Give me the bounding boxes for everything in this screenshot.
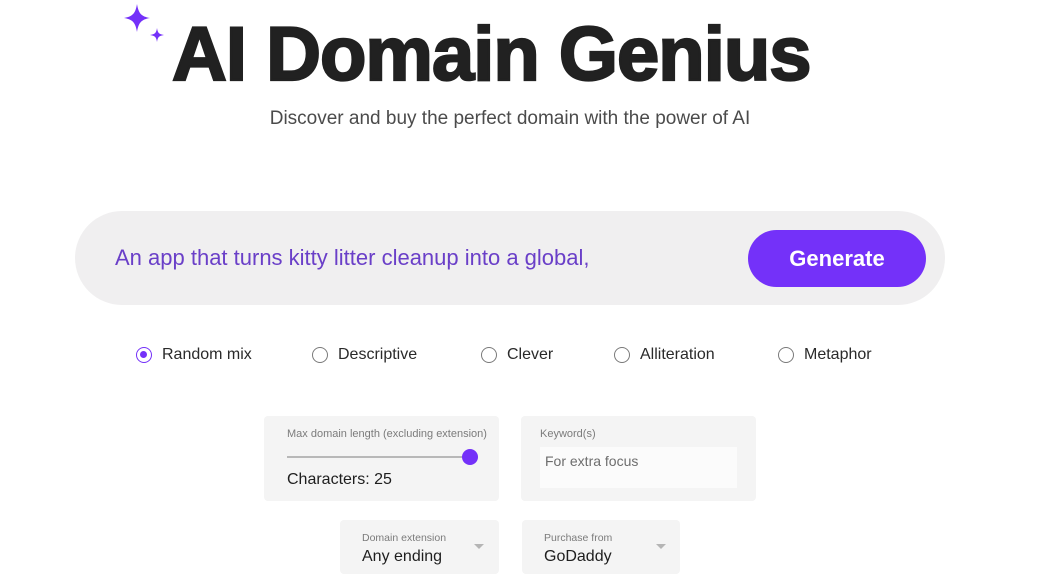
page-subtitle: Discover and buy the perfect domain with… — [269, 108, 751, 129]
radio-button[interactable] — [614, 347, 630, 363]
radio-descriptive[interactable]: Descriptive — [312, 346, 417, 364]
prompt-bar: Generate — [75, 211, 945, 305]
radio-alliteration[interactable]: Alliteration — [614, 346, 715, 364]
radio-random-mix[interactable]: Random mix — [136, 346, 252, 364]
keywords-label: Keyword(s) — [540, 428, 596, 440]
radio-label: Clever — [507, 346, 554, 363]
radio-label: Random mix — [162, 346, 252, 363]
chevron-down-icon — [656, 544, 666, 549]
chevron-down-icon — [474, 544, 484, 549]
max-length-label: Max domain length (excluding extension) — [287, 428, 487, 440]
radio-button[interactable] — [778, 347, 794, 363]
radio-label: Metaphor — [804, 346, 872, 363]
purchase-from-select[interactable]: Purchase from GoDaddy — [522, 520, 680, 574]
sparkles-icon — [124, 4, 164, 42]
radio-button-checked[interactable] — [136, 347, 152, 363]
domain-extension-value: Any ending — [362, 548, 443, 565]
purchase-from-value: GoDaddy — [544, 548, 612, 565]
domain-extension-label: Domain extension — [362, 532, 447, 544]
radio-button[interactable] — [481, 347, 497, 363]
max-length-slider-thumb[interactable] — [462, 449, 478, 465]
keywords-card: Keyword(s) — [521, 416, 756, 501]
purchase-from-label: Purchase from — [544, 532, 613, 544]
radio-clever[interactable]: Clever — [481, 346, 553, 364]
radio-label: Descriptive — [338, 346, 418, 363]
keywords-input[interactable] — [540, 447, 737, 488]
radio-metaphor[interactable]: Metaphor — [778, 346, 872, 364]
domain-extension-select[interactable]: Domain extension Any ending — [340, 520, 499, 574]
generate-button[interactable]: Generate — [748, 230, 926, 287]
style-radio-group: Random mix Descriptive Clever Alliterati… — [0, 346, 1038, 370]
radio-button[interactable] — [312, 347, 328, 363]
max-length-card: Max domain length (excluding extension) … — [264, 416, 499, 501]
prompt-input[interactable] — [115, 240, 695, 276]
radio-label: Alliteration — [640, 346, 715, 363]
max-length-value: Characters: 25 — [287, 471, 392, 488]
max-length-slider-track[interactable] — [287, 456, 470, 458]
page-title: AI Domain Genius — [171, 11, 813, 98]
